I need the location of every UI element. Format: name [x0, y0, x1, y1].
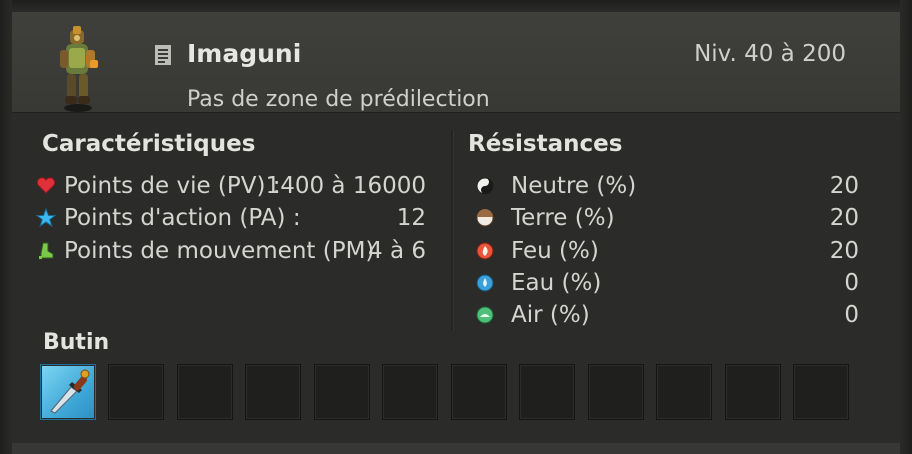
frame-border-top: [0, 0, 912, 12]
resistance-value: 20: [829, 238, 859, 264]
earth-icon: [476, 209, 494, 227]
boot-icon: [39, 242, 54, 259]
loot-slot-empty[interactable]: [314, 364, 370, 420]
loot-slot-dagger[interactable]: [40, 364, 96, 420]
fire-icon: [476, 242, 494, 260]
water-icon: [476, 274, 494, 292]
resistance-label: Terre (%): [511, 205, 615, 231]
stat-label: Points de vie (PV) :: [64, 173, 281, 199]
document-icon[interactable]: [154, 44, 172, 66]
loot-slot-empty[interactable]: [382, 364, 438, 420]
resistance-row-neutre: Neutre (%) 20: [475, 173, 859, 203]
loot-slot-empty[interactable]: [793, 364, 849, 420]
column-divider: [451, 130, 454, 330]
neutral-icon: [476, 177, 494, 195]
loot-title: Butin: [43, 330, 110, 355]
loot-slot-empty[interactable]: [656, 364, 712, 420]
resistance-value: 20: [829, 173, 859, 199]
resistance-row-feu: Feu (%) 20: [475, 238, 859, 268]
stat-value: 1400 à 16000: [265, 173, 426, 199]
monster-portrait[interactable]: [52, 24, 104, 114]
resistance-row-air: Air (%) 0: [475, 302, 859, 332]
stat-value: 4 à 6: [368, 238, 426, 264]
loot-slot-empty[interactable]: [725, 364, 781, 420]
monster-name: Imaguni: [187, 39, 302, 68]
resistance-value: 0: [844, 270, 859, 296]
loot-slot-empty[interactable]: [451, 364, 507, 420]
stat-label: Points de mouvement (PM): [64, 238, 375, 264]
resistance-value: 20: [829, 205, 859, 231]
resistance-row-terre: Terre (%) 20: [475, 205, 859, 235]
dagger-icon: [50, 369, 90, 414]
monster-zone: Pas de zone de prédilection: [187, 87, 490, 112]
stat-row-pm: Points de mouvement (PM) 4 à 6: [36, 238, 426, 268]
air-icon: [476, 306, 494, 324]
monster-tooltip: Imaguni Niv. 40 à 200 Pas de zone de pré…: [0, 0, 912, 454]
stat-row-pa: Points d'action (PA) : 12: [36, 205, 426, 235]
resistance-label: Eau (%): [511, 270, 602, 296]
heart-icon: [36, 177, 56, 194]
frame-border-right: [900, 0, 912, 454]
resistance-label: Air (%): [511, 302, 590, 328]
resistances-title: Résistances: [468, 131, 623, 157]
stat-value: 12: [396, 205, 426, 231]
resistance-label: Feu (%): [511, 238, 599, 264]
star-icon: [36, 208, 56, 228]
monster-level: Niv. 40 à 200: [694, 41, 846, 67]
stat-row-pv: Points de vie (PV) : 1400 à 16000: [36, 173, 426, 203]
characteristics-title: Caractéristiques: [42, 131, 256, 157]
monster-header: Imaguni Niv. 40 à 200 Pas de zone de pré…: [12, 12, 900, 113]
frame-border-left: [0, 0, 12, 454]
loot-slot-empty[interactable]: [108, 364, 164, 420]
stat-label: Points d'action (PA) :: [64, 205, 301, 231]
loot-slot-empty[interactable]: [245, 364, 301, 420]
loot-slot-empty[interactable]: [177, 364, 233, 420]
loot-slot-empty[interactable]: [588, 364, 644, 420]
loot-slot-empty[interactable]: [519, 364, 575, 420]
resistance-value: 0: [844, 302, 859, 328]
resistance-row-eau: Eau (%) 0: [475, 270, 859, 300]
resistance-label: Neutre (%): [511, 173, 637, 199]
tooltip-footer: [12, 443, 900, 454]
